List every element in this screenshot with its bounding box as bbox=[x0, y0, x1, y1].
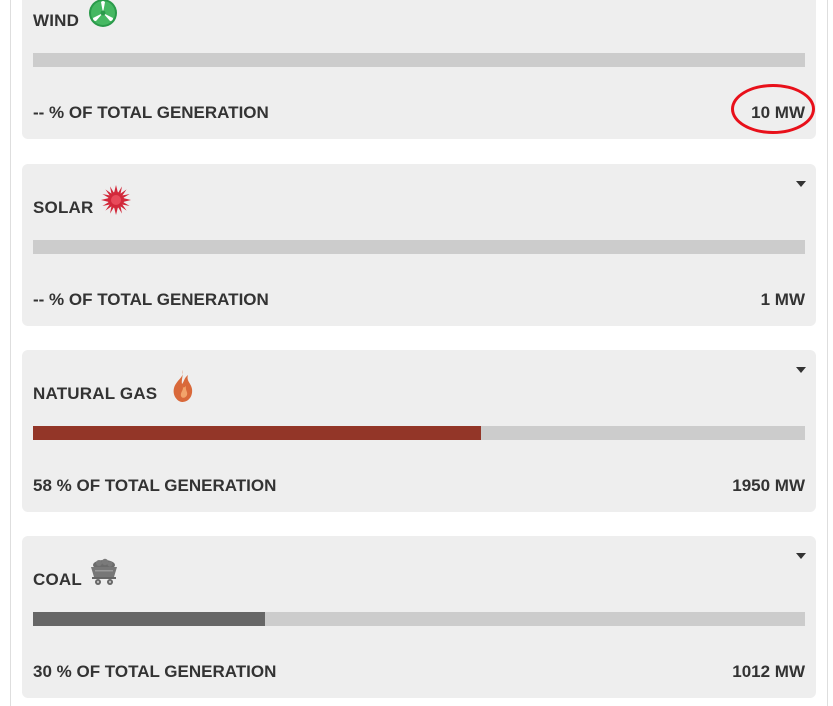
source-name-natural-gas: NATURAL GAS bbox=[33, 384, 158, 403]
expand-natural-gas-arrow-icon[interactable] bbox=[796, 367, 806, 373]
generation-card-wind: WIND -- % OF TOTAL GENERATION 10 MW bbox=[22, 0, 816, 139]
highlight-ring-annotation bbox=[731, 84, 815, 134]
output-mw-natural-gas: 1950 MW bbox=[732, 476, 805, 495]
generation-bar-solar bbox=[33, 240, 805, 254]
coal-cart-icon bbox=[91, 558, 117, 585]
percent-of-total-coal: 30 % OF TOTAL GENERATION bbox=[33, 662, 277, 681]
percent-of-total-solar: -- % OF TOTAL GENERATION bbox=[33, 290, 269, 309]
generation-bar-fill-natural-gas bbox=[33, 426, 481, 440]
source-name-wind: WIND bbox=[33, 11, 80, 30]
percent-of-total-natural-gas: 58 % OF TOTAL GENERATION bbox=[33, 476, 277, 495]
generation-bar-coal bbox=[33, 612, 805, 626]
wind-turbine-icon bbox=[89, 0, 117, 27]
source-name-solar: SOLAR bbox=[33, 198, 94, 217]
expand-solar-arrow-icon[interactable] bbox=[796, 181, 806, 187]
generation-card-coal: COAL 30 % OF TOTAL GENERATION 1012 MW bbox=[22, 536, 816, 698]
generation-bar-natural-gas bbox=[33, 426, 805, 440]
flame-icon bbox=[173, 370, 193, 402]
sun-icon bbox=[101, 185, 131, 215]
output-mw-solar: 1 MW bbox=[760, 290, 805, 309]
output-mw-coal: 1012 MW bbox=[732, 662, 805, 681]
source-name-coal: COAL bbox=[33, 570, 82, 589]
expand-coal-arrow-icon[interactable] bbox=[796, 553, 806, 559]
generation-bar-wind bbox=[33, 53, 805, 67]
generation-card-natural-gas: NATURAL GAS 58 % OF TOTAL GENERATION 195… bbox=[22, 350, 816, 512]
generation-bar-fill-coal bbox=[33, 612, 265, 626]
generation-card-solar: SOLAR -- % OF TOTAL GENERATION 1 MW bbox=[22, 164, 816, 326]
percent-of-total-wind: -- % OF TOTAL GENERATION bbox=[33, 103, 269, 122]
